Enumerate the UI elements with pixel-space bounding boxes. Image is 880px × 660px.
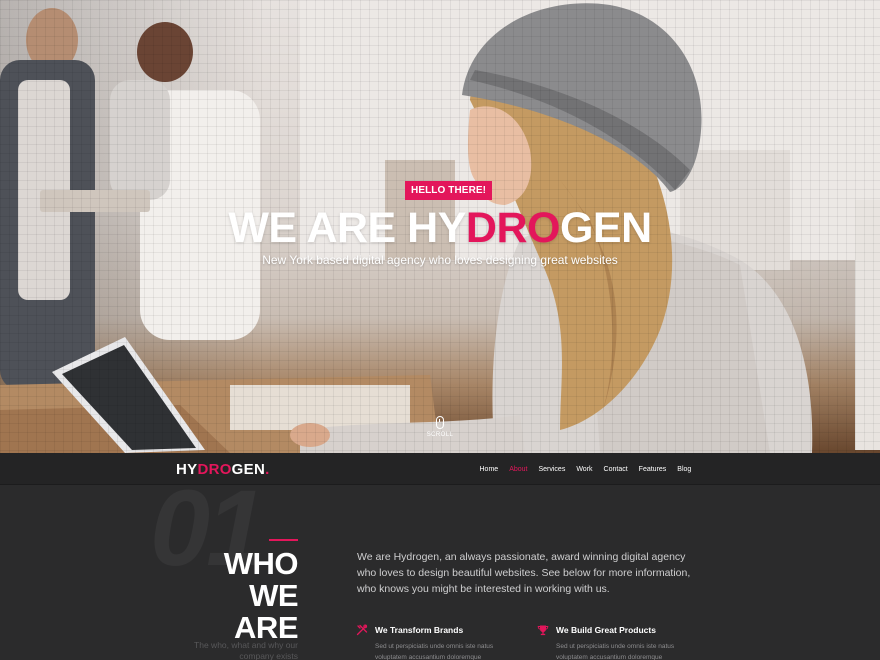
heading-line-2: WE [249, 578, 298, 613]
scroll-indicator[interactable]: SCROLL [424, 416, 456, 438]
nav-link-work[interactable]: Work [576, 466, 592, 473]
nav-link-services[interactable]: Services [538, 466, 565, 473]
logo-part2: GEN [231, 461, 266, 478]
trophy-icon [537, 625, 549, 636]
nav-link-about[interactable]: About [509, 466, 527, 473]
section-subheading: The who, what and why our company exists [194, 640, 298, 660]
feature-text: Sed ut perspiciatis unde omnis iste natu… [556, 643, 675, 660]
hero-title-part2: GEN [559, 204, 652, 252]
hero-title-accent: DRO [465, 204, 561, 252]
feature-transform-brands: We Transform Brands Sed ut perspiciatis … [356, 624, 526, 660]
feature-build-products: We Build Great Products Sed ut perspicia… [537, 624, 707, 660]
feature-head: We Build Great Products [537, 624, 707, 636]
about-section: 01 WHO WE ARE The who, what and why our … [0, 486, 880, 660]
nav-links: Home About Services Work Contact Feature… [474, 453, 697, 485]
section-heading: WHO WE ARE [180, 546, 299, 644]
logo-part1: HY [176, 461, 198, 478]
mouse-icon [436, 416, 444, 429]
hero-subtitle: New York based digital agency who loves … [262, 253, 618, 267]
logo-accent: DRO [197, 461, 232, 478]
tools-icon [356, 624, 368, 636]
main-navbar: HYDROGEN. Home About Services Work Conta… [0, 453, 880, 485]
nav-link-home[interactable]: Home [480, 466, 499, 473]
nav-link-contact[interactable]: Contact [604, 466, 628, 473]
feature-title: We Transform Brands [375, 625, 464, 635]
heading-accent-rule [269, 539, 298, 541]
feature-head: We Transform Brands [356, 624, 526, 636]
site-logo[interactable]: HYDROGEN. [176, 461, 270, 478]
feature-title: We Build Great Products [556, 625, 656, 635]
hero-title: WE ARE HYDROGEN [0, 204, 880, 253]
intro-paragraph: We are Hydrogen, an always passionate, a… [357, 551, 691, 595]
logo-dot: . [265, 461, 270, 478]
nav-link-features[interactable]: Features [639, 466, 667, 473]
hello-badge: HELLO THERE! [405, 181, 493, 200]
hero-title-part1: WE ARE HY [228, 204, 466, 252]
hero-section: HELLO THERE! WE ARE HYDROGEN New York ba… [0, 0, 880, 453]
feature-text: Sed ut perspiciatis unde omnis iste natu… [375, 643, 494, 660]
heading-line-1: WHO [223, 546, 299, 581]
nav-link-blog[interactable]: Blog [677, 466, 691, 473]
scroll-label: SCROLL [426, 432, 454, 438]
